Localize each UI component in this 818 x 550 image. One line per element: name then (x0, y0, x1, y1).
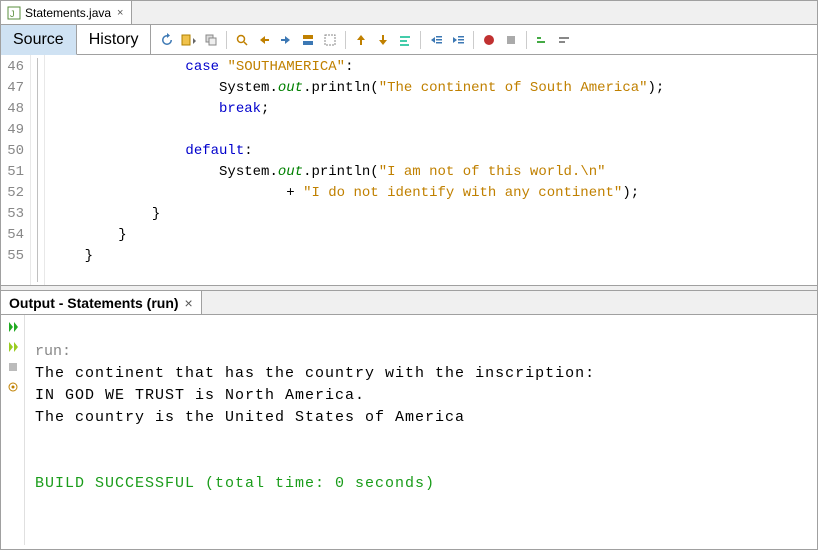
reformat-icon[interactable] (395, 30, 415, 50)
toolbar-separator (526, 31, 527, 49)
file-tab-label: Statements.java (25, 6, 111, 20)
code-line[interactable]: break; (51, 99, 664, 120)
rerun-icon[interactable] (5, 319, 21, 335)
output-text[interactable]: run: The continent that has the country … (25, 315, 605, 545)
output-tab[interactable]: Output - Statements (run) × (1, 291, 202, 314)
editor-subtab-bar: Source History (1, 25, 817, 55)
code-line[interactable]: default: (51, 141, 664, 162)
line-number: 48 (5, 99, 24, 120)
output-build-status: BUILD SUCCESSFUL (total time: 0 seconds) (35, 475, 435, 492)
output-line: The country is the United States of Amer… (35, 409, 465, 426)
file-tab-statements[interactable]: J Statements.java × (1, 1, 132, 24)
output-line: run: (35, 343, 71, 360)
rerun-alt-icon[interactable] (5, 339, 21, 355)
find-prev-icon[interactable] (254, 30, 274, 50)
line-number-gutter: 46474849505152535455 (1, 55, 31, 285)
output-gutter (1, 315, 25, 545)
duplicate-icon[interactable] (201, 30, 221, 50)
code-line[interactable]: } (51, 246, 664, 267)
code-line[interactable]: case "SOUTHAMERICA": (51, 57, 664, 78)
record-icon[interactable] (479, 30, 499, 50)
svg-text:J: J (10, 9, 15, 19)
line-number: 54 (5, 225, 24, 246)
output-line: The continent that has the country with … (35, 365, 595, 382)
paste-dropdown-icon[interactable] (179, 30, 199, 50)
comment-icon[interactable] (532, 30, 552, 50)
code-line[interactable]: System.out.println("I am not of this wor… (51, 162, 664, 183)
replace-icon[interactable] (298, 30, 318, 50)
line-number: 51 (5, 162, 24, 183)
close-icon[interactable]: × (115, 7, 125, 19)
code-editor[interactable]: 46474849505152535455 case "SOUTHAMERICA"… (1, 55, 817, 285)
toolbar-separator (473, 31, 474, 49)
find-icon[interactable] (232, 30, 252, 50)
output-tab-bar: Output - Statements (run) × (1, 291, 817, 315)
line-number: 52 (5, 183, 24, 204)
close-icon[interactable]: × (185, 295, 193, 311)
line-number: 50 (5, 141, 24, 162)
output-tab-label: Output - Statements (run) (9, 295, 179, 311)
fold-column (31, 55, 45, 285)
line-number: 55 (5, 246, 24, 267)
code-content[interactable]: case "SOUTHAMERICA": System.out.println(… (45, 55, 664, 285)
indent-left-icon[interactable] (426, 30, 446, 50)
code-line[interactable]: } (51, 204, 664, 225)
line-number: 53 (5, 204, 24, 225)
tab-history[interactable]: History (77, 25, 152, 54)
toolbar-separator (226, 31, 227, 49)
code-line[interactable] (51, 120, 664, 141)
shift-up-icon[interactable] (351, 30, 371, 50)
output-line: IN GOD WE TRUST is North America. (35, 387, 365, 404)
code-line[interactable]: } (51, 225, 664, 246)
toolbar-separator (420, 31, 421, 49)
stop-icon[interactable] (501, 30, 521, 50)
select-icon[interactable] (320, 30, 340, 50)
editor-toolbar (151, 25, 580, 54)
line-number: 49 (5, 120, 24, 141)
stop-output-icon[interactable] (5, 359, 21, 375)
shift-down-icon[interactable] (373, 30, 393, 50)
indent-right-icon[interactable] (448, 30, 468, 50)
output-panel: run: The continent that has the country … (1, 315, 817, 545)
uncomment-icon[interactable] (554, 30, 574, 50)
code-line[interactable]: System.out.println("The continent of Sou… (51, 78, 664, 99)
toolbar-separator (345, 31, 346, 49)
file-tab-bar: J Statements.java × (1, 1, 817, 25)
java-file-icon: J (7, 6, 21, 20)
settings-output-icon[interactable] (5, 379, 21, 395)
line-number: 46 (5, 57, 24, 78)
tab-source[interactable]: Source (1, 25, 77, 55)
line-number: 47 (5, 78, 24, 99)
find-next-icon[interactable] (276, 30, 296, 50)
refresh-icon[interactable] (157, 30, 177, 50)
code-line[interactable]: + "I do not identify with any continent"… (51, 183, 664, 204)
